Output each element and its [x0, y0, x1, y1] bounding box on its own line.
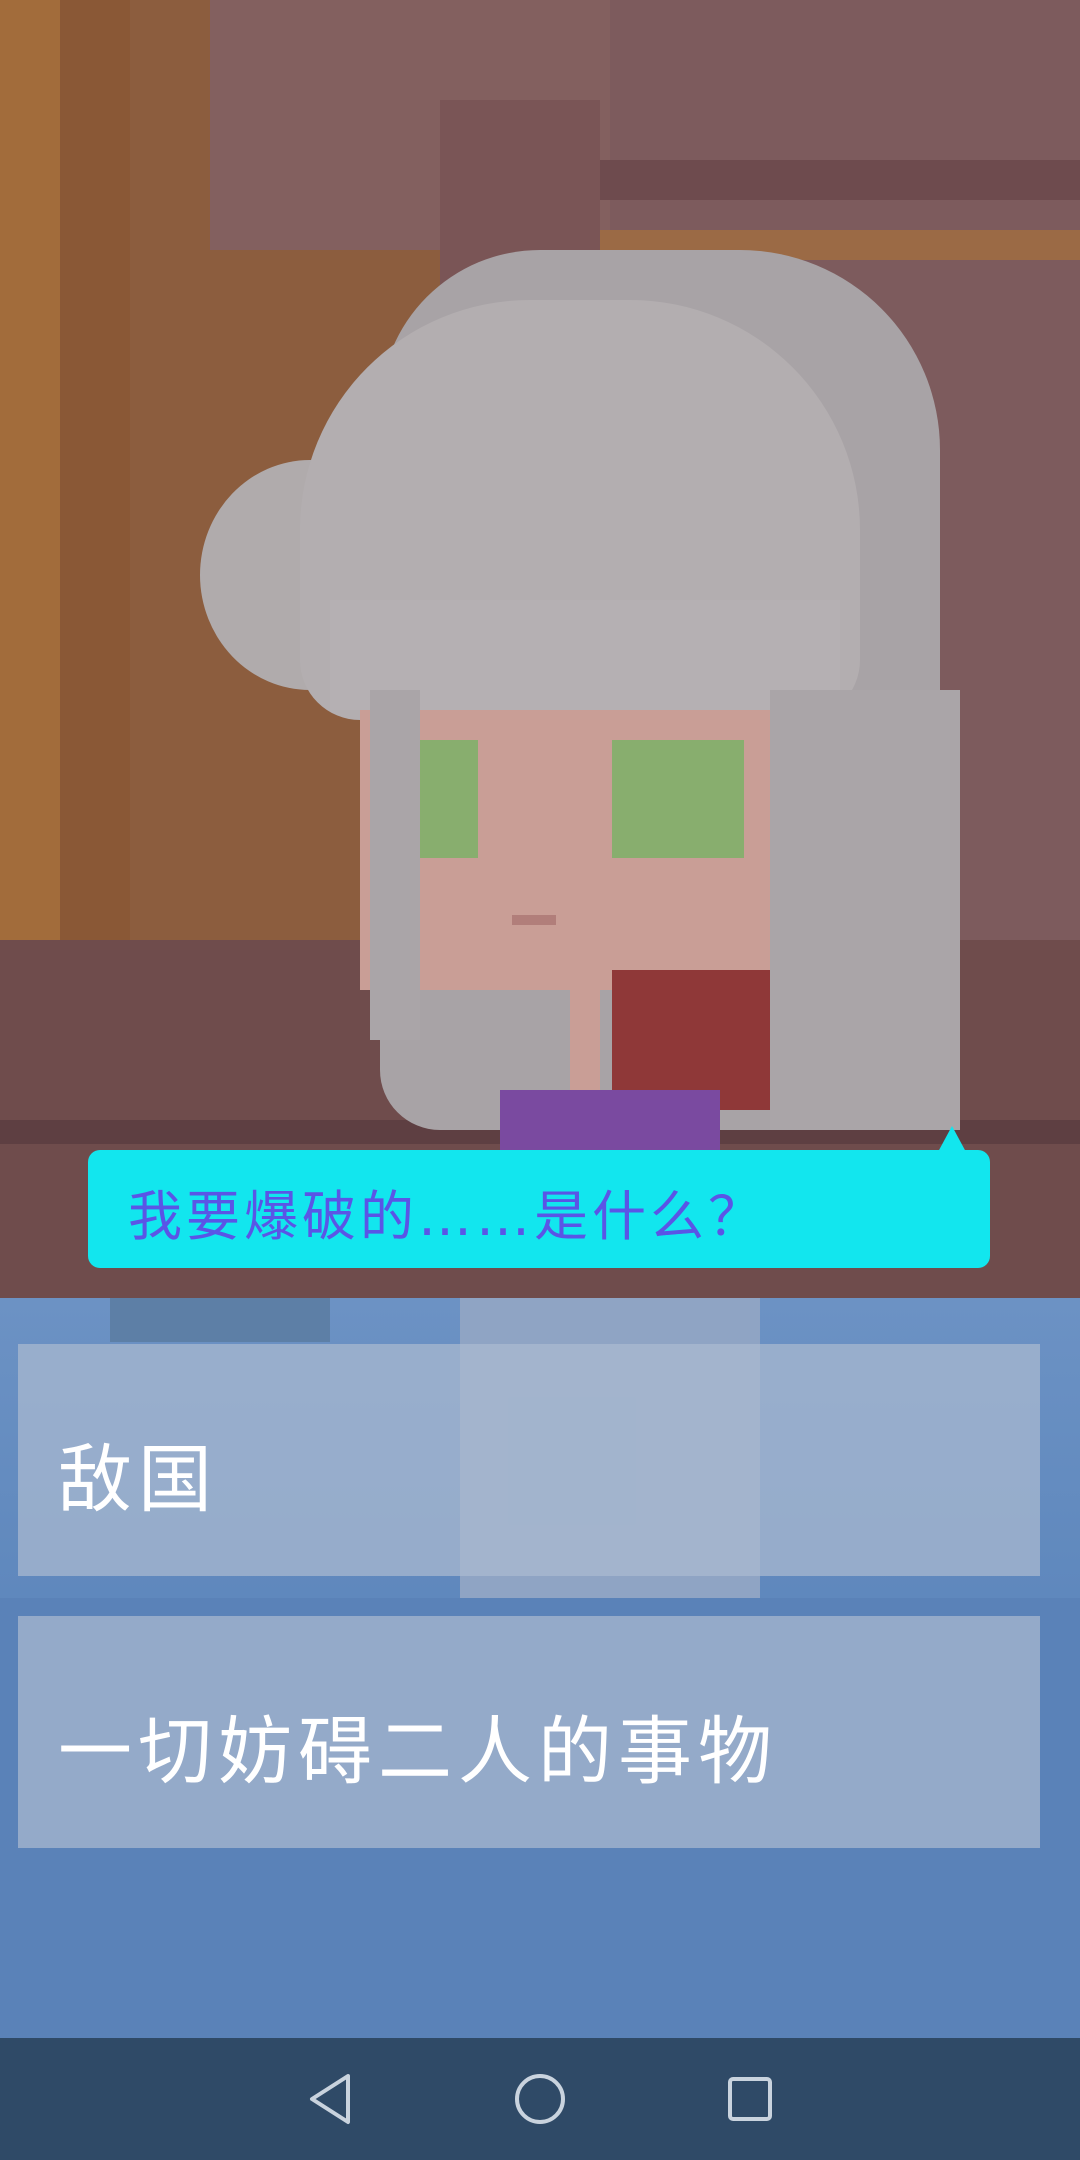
speech-bubble-tail	[938, 1126, 966, 1152]
bottles-shadow	[110, 1298, 330, 1342]
character-mouth	[512, 915, 556, 925]
character-eye-right	[612, 740, 744, 858]
game-scene	[0, 0, 1080, 1298]
choice-label: 一切妨碍二人的事物	[58, 1709, 778, 1795]
choice-button-1[interactable]: 敌国	[18, 1344, 1040, 1576]
character-hair-side	[370, 690, 420, 1040]
recents-icon[interactable]	[715, 2064, 785, 2134]
dialogue-text: 我要爆破的……是什么？	[128, 1185, 766, 1248]
character-hair-side	[770, 690, 960, 1130]
background-wood-panel	[0, 0, 60, 950]
back-icon[interactable]	[295, 2064, 365, 2134]
choice-button-2[interactable]: 一切妨碍二人的事物	[18, 1616, 1040, 1848]
home-icon[interactable]	[505, 2064, 575, 2134]
background-wood-panel	[60, 0, 130, 950]
navigation-bar	[0, 2038, 1080, 2160]
choice-label: 敌国	[58, 1437, 218, 1523]
background-wall-strip	[600, 160, 1080, 200]
character-ribbon	[612, 970, 782, 1110]
